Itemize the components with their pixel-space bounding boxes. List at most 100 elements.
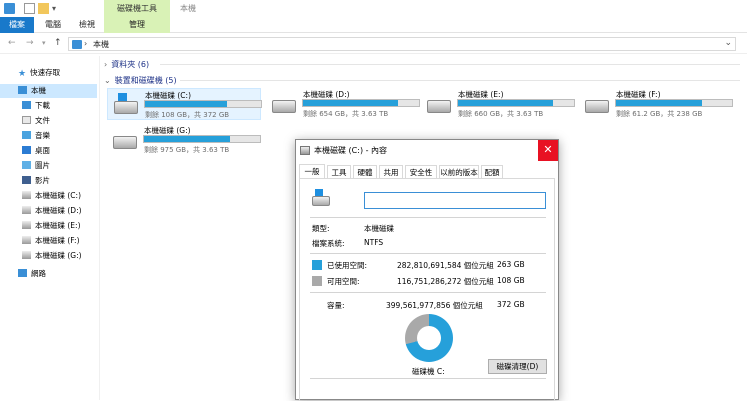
disk-cleanup-button[interactable]: 磁碟清理(D)	[488, 359, 547, 374]
tab-security[interactable]: 安全性	[405, 165, 437, 179]
nav-item-this-pc[interactable]: 本機	[0, 84, 97, 98]
tab-sharing[interactable]: 共用	[379, 165, 403, 179]
drive-free-space: 剩餘 108 GB，共 372 GB	[145, 111, 230, 119]
drive-icon	[427, 100, 451, 113]
nav-item-music[interactable]: 音樂	[22, 129, 50, 143]
tab-general[interactable]: 一般	[299, 164, 325, 179]
drive-icon	[300, 146, 310, 155]
document-icon	[22, 116, 31, 124]
download-icon	[22, 101, 31, 109]
drive-usage-bar	[143, 135, 261, 143]
nav-item-desktop[interactable]: 桌面	[22, 144, 50, 158]
used-space-bytes: 282,810,691,584 個位元組	[397, 261, 494, 270]
address-dropdown-icon[interactable]: ⌄	[724, 38, 732, 48]
capacity-bytes: 399,561,977,856 個位元組	[386, 301, 483, 310]
nav-item-quick-access[interactable]: ★ 快速存取	[18, 66, 60, 80]
divider	[310, 217, 546, 218]
computer-icon	[18, 86, 27, 94]
drive-icon	[22, 236, 31, 244]
drive-usage-bar	[457, 99, 575, 107]
drive-tile-f[interactable]: 本機磁碟 (F:) 剩餘 61.2 GB，共 238 GB	[579, 88, 733, 120]
breadcrumb[interactable]: 本機	[93, 39, 109, 50]
folders-group-header[interactable]: › 資料夾 (6)	[104, 59, 149, 70]
drive-usage-fill	[303, 100, 399, 106]
nav-item-videos[interactable]: 影片	[22, 174, 50, 188]
drive-tile-d[interactable]: 本機磁碟 (D:) 剩餘 654 GB，共 3.63 TB	[266, 88, 420, 120]
type-value: 本機磁碟	[364, 224, 394, 233]
tab-manage[interactable]: 管理	[104, 17, 170, 33]
forward-icon[interactable]: →	[26, 38, 34, 48]
window-title: 本機	[180, 4, 196, 13]
back-icon[interactable]: ←	[8, 38, 16, 48]
drive-icon	[22, 221, 31, 229]
general-tab-panel: 類型: 本機磁碟 檔案系統: NTFS 已使用空間: 282,810,691,5…	[299, 178, 555, 401]
nav-item-drive-d[interactable]: 本機磁碟 (D:)	[22, 204, 82, 218]
free-space-label: 可用空間:	[327, 277, 360, 286]
nav-item-network[interactable]: 網路	[18, 267, 46, 281]
breadcrumb-chevron-icon[interactable]: ›	[84, 39, 87, 48]
drive-tile-g[interactable]: 本機磁碟 (G:) 剩餘 975 GB，共 3.63 TB	[107, 124, 261, 156]
drive-free-space: 剩餘 654 GB，共 3.63 TB	[303, 110, 389, 118]
title-bar: ▾ 磁碟機工具 本機	[0, 0, 747, 17]
drive-icon	[113, 136, 137, 149]
nav-item-drive-g[interactable]: 本機磁碟 (G:)	[22, 249, 82, 263]
drive-free-space: 剩餘 61.2 GB，共 238 GB	[616, 110, 703, 118]
nav-item-drive-f[interactable]: 本機磁碟 (F:)	[22, 234, 80, 248]
disk-usage-donut	[405, 314, 453, 362]
drive-tile-c[interactable]: 本機磁碟 (C:) 剩餘 108 GB，共 372 GB	[107, 88, 262, 120]
new-folder-icon[interactable]	[38, 3, 49, 14]
drive-icon	[22, 191, 31, 199]
properties-icon[interactable]	[24, 3, 35, 14]
group-divider	[180, 80, 740, 81]
file-system-label: 檔案系統:	[312, 239, 345, 248]
expand-chevron-icon[interactable]: ›	[104, 60, 107, 69]
free-space-bytes: 116,751,286,272 個位元組	[397, 277, 494, 286]
nav-item-downloads[interactable]: 下載	[22, 99, 50, 113]
recent-locations-icon[interactable]: ▾	[42, 39, 46, 47]
desktop-icon	[22, 146, 31, 154]
divider	[310, 378, 546, 379]
dialog-title: 本機磁碟 (C:) - 內容	[314, 146, 388, 155]
tab-view[interactable]: 檢視	[72, 17, 102, 33]
address-bar-row: ← → ▾ ↑ › 本機 ⌄	[0, 34, 747, 54]
nav-item-documents[interactable]: 文件	[22, 114, 50, 128]
capacity-label: 容量:	[327, 301, 345, 310]
drive-usage-bar	[302, 99, 420, 107]
windows-drive-icon	[114, 93, 138, 114]
drive-icon	[22, 251, 31, 259]
video-icon	[22, 176, 31, 184]
nav-item-pictures[interactable]: 圖片	[22, 159, 50, 173]
explorer-icon[interactable]	[4, 3, 15, 14]
capacity-gb: 372 GB	[497, 300, 525, 309]
tab-quota[interactable]: 配額	[481, 165, 503, 179]
dialog-title-bar[interactable]: 本機磁碟 (C:) - 內容 ✕	[296, 140, 558, 162]
divider	[310, 292, 546, 293]
drives-group-header[interactable]: ⌄ 裝置和磁碟機 (5)	[104, 75, 177, 86]
drive-tools-tab[interactable]: 磁碟機工具	[104, 0, 170, 17]
nav-item-drive-c[interactable]: 本機磁碟 (C:)	[22, 189, 81, 203]
free-space-swatch	[312, 276, 322, 286]
tab-previous-versions[interactable]: 以前的版本	[439, 165, 479, 179]
tab-computer[interactable]: 電腦	[38, 17, 68, 33]
drive-free-space: 剩餘 975 GB，共 3.63 TB	[144, 146, 230, 154]
drive-letter-label: 磁碟機 C:	[412, 367, 445, 376]
nav-item-drive-e[interactable]: 本機磁碟 (E:)	[22, 219, 81, 233]
star-icon: ★	[18, 69, 27, 79]
customize-quick-access-icon[interactable]: ▾	[52, 3, 63, 14]
up-icon[interactable]: ↑	[54, 38, 62, 48]
address-box[interactable]: › 本機 ⌄	[68, 37, 736, 51]
drive-usage-bar	[144, 100, 262, 108]
used-space-gb: 263 GB	[497, 260, 525, 269]
picture-icon	[22, 161, 31, 169]
volume-name-input[interactable]	[364, 192, 546, 209]
type-label: 類型:	[312, 224, 330, 233]
drive-tile-e[interactable]: 本機磁碟 (E:) 剩餘 660 GB，共 3.63 TB	[421, 88, 575, 120]
drive-icon	[585, 100, 609, 113]
drive-free-space: 剩餘 660 GB，共 3.63 TB	[458, 110, 544, 118]
tab-file[interactable]: 檔案	[0, 17, 34, 33]
collapse-chevron-icon[interactable]: ⌄	[104, 76, 111, 85]
music-icon	[22, 131, 31, 139]
close-button[interactable]: ✕	[538, 140, 558, 161]
tab-hardware[interactable]: 硬體	[353, 165, 377, 179]
tab-tools[interactable]: 工具	[327, 165, 351, 179]
